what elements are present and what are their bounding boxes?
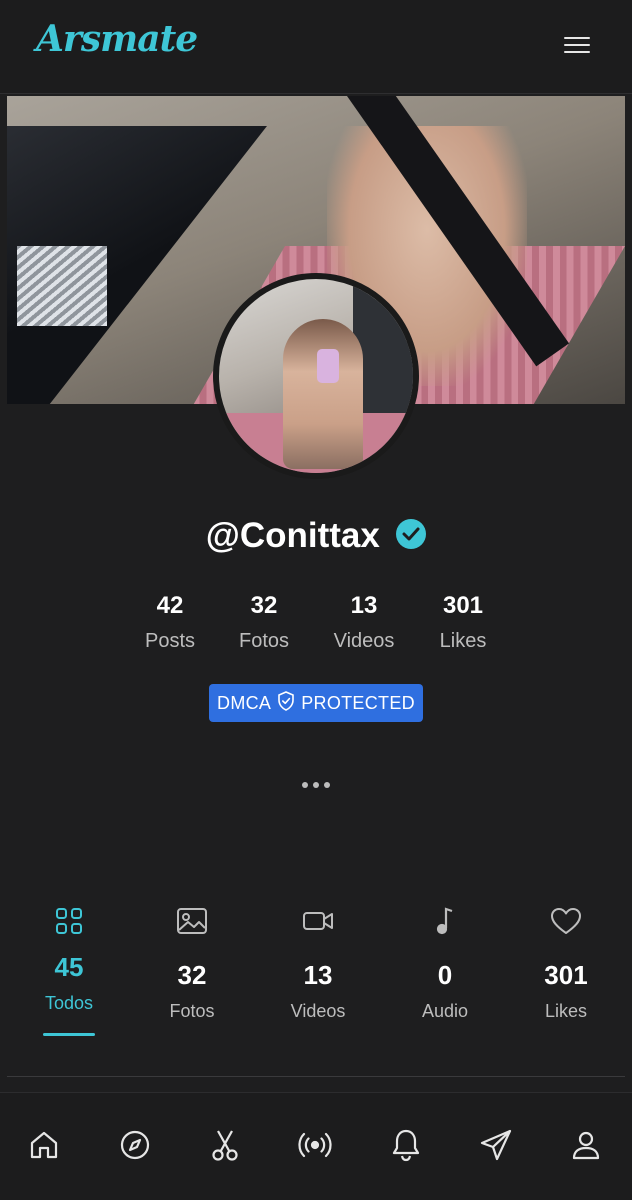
video-camera-icon xyxy=(263,900,373,942)
tab-audio[interactable]: 0 Audio xyxy=(390,900,500,1022)
active-tab-indicator xyxy=(43,1033,95,1036)
dmca-protected-badge[interactable]: DMCA PROTECTED xyxy=(209,684,423,722)
tab-label: Audio xyxy=(421,1001,469,1021)
live-broadcast-icon[interactable] xyxy=(293,1123,337,1167)
tab-count: 0 xyxy=(437,960,453,990)
stat-fotos: 32 Fotos xyxy=(219,592,309,653)
stat-value: 13 xyxy=(350,592,378,619)
shield-check-icon xyxy=(277,690,295,716)
tab-count: 13 xyxy=(303,960,333,990)
tab-fotos[interactable]: 32 Fotos xyxy=(137,900,247,1022)
grid-icon xyxy=(14,900,124,942)
avatar[interactable] xyxy=(213,273,419,479)
heart-icon xyxy=(511,900,621,942)
stat-videos: 13 Videos xyxy=(319,592,409,653)
tab-todos[interactable]: 45 Todos xyxy=(14,900,124,1014)
stat-value: 32 xyxy=(250,592,278,619)
tab-label: Todos xyxy=(44,993,94,1013)
image-icon xyxy=(137,900,247,942)
divider xyxy=(7,1076,625,1077)
stat-likes: 301 Likes xyxy=(418,592,508,653)
tab-videos[interactable]: 13 Videos xyxy=(263,900,373,1022)
stat-label: Fotos xyxy=(238,630,290,652)
bell-icon[interactable] xyxy=(384,1123,428,1167)
tab-likes[interactable]: 301 Likes xyxy=(511,900,621,1022)
music-note-icon xyxy=(390,900,500,942)
send-icon[interactable] xyxy=(474,1123,518,1167)
protected-label: PROTECTED xyxy=(301,692,415,713)
user-icon[interactable] xyxy=(564,1123,608,1167)
hamburger-menu-icon[interactable] xyxy=(562,33,592,59)
stat-label: Likes xyxy=(439,630,487,652)
tab-count: 301 xyxy=(544,960,588,990)
home-icon[interactable] xyxy=(22,1123,66,1167)
stat-posts: 42 Posts xyxy=(125,592,215,653)
top-bar: Arsmate xyxy=(0,0,632,94)
tab-label: Likes xyxy=(544,1001,588,1021)
username: @Conittax xyxy=(205,516,380,555)
dmca-label: DMCA xyxy=(217,692,272,713)
username-row: @Conittax xyxy=(0,516,632,556)
compass-icon[interactable] xyxy=(113,1123,157,1167)
verified-badge-icon xyxy=(396,519,427,549)
tab-count: 32 xyxy=(177,960,207,990)
scissors-icon[interactable] xyxy=(203,1123,247,1167)
tab-count: 45 xyxy=(54,952,84,982)
stat-label: Posts xyxy=(144,630,196,652)
stat-value: 301 xyxy=(442,592,484,619)
bottom-navigation xyxy=(0,1092,632,1200)
more-dots-icon[interactable] xyxy=(302,780,330,790)
tab-label: Fotos xyxy=(169,1001,215,1021)
tab-label: Videos xyxy=(290,1001,346,1021)
stat-value: 42 xyxy=(156,592,184,619)
stat-label: Videos xyxy=(333,630,395,652)
app-logo[interactable]: Arsmate xyxy=(36,18,198,60)
